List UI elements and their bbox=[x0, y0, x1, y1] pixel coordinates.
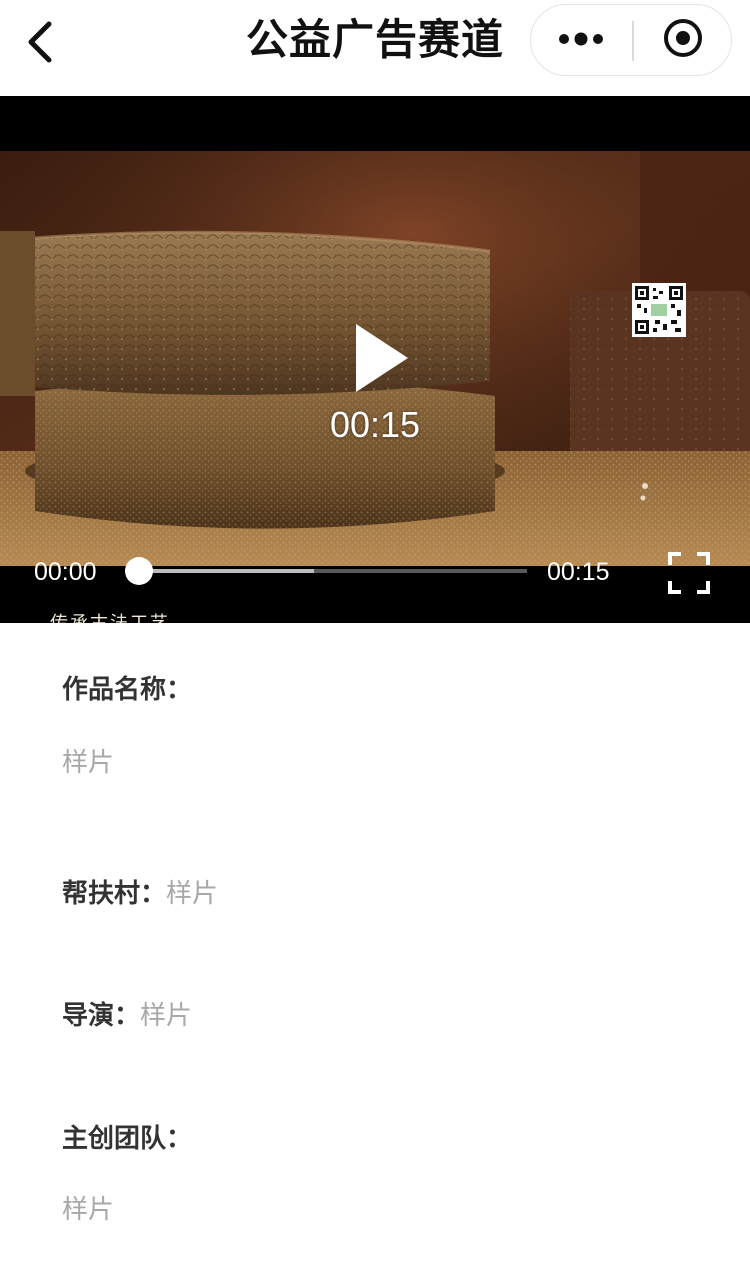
work-name-value: 样片 bbox=[62, 748, 115, 778]
total-time: 00:15 bbox=[547, 558, 610, 586]
work-name-row: 作品名称： bbox=[62, 669, 192, 706]
director-label: 导演： bbox=[62, 1001, 141, 1031]
village-label: 帮扶村： bbox=[62, 879, 167, 909]
top-navbar: 公益广告赛道 bbox=[0, 0, 750, 96]
team-value-row: 样片 bbox=[62, 1189, 114, 1226]
close-miniprogram-button[interactable] bbox=[634, 5, 731, 75]
video-duration-overlay: 00:15 bbox=[329, 404, 421, 445]
village-row: 帮扶村：样片 bbox=[62, 873, 218, 910]
current-time: 00:00 bbox=[34, 558, 97, 586]
more-button[interactable] bbox=[531, 5, 631, 75]
qr-code-icon bbox=[632, 283, 686, 337]
progress-thumb[interactable] bbox=[125, 557, 153, 585]
team-label: 主创团队： bbox=[62, 1124, 193, 1154]
video-controls: 00:00 00:15 bbox=[0, 545, 750, 599]
play-button[interactable] bbox=[340, 320, 420, 400]
director-value: 样片 bbox=[140, 1001, 193, 1031]
back-button[interactable] bbox=[14, 14, 66, 74]
team-value: 样片 bbox=[62, 1195, 115, 1225]
video-caption: 传承古法工艺 bbox=[50, 609, 170, 623]
play-icon bbox=[350, 322, 410, 398]
chevron-left-icon bbox=[23, 19, 57, 69]
video-player[interactable]: 传承古法工艺 00:15 00:00 00:15 bbox=[0, 96, 750, 623]
director-row: 导演：样片 bbox=[62, 995, 192, 1032]
fullscreen-icon bbox=[667, 551, 711, 599]
page-title: 公益广告赛道 bbox=[245, 15, 504, 64]
village-value: 样片 bbox=[166, 879, 219, 909]
fullscreen-button[interactable] bbox=[664, 550, 714, 600]
more-dots-icon bbox=[558, 31, 604, 50]
progress-slider[interactable] bbox=[125, 557, 527, 585]
target-circle-icon bbox=[662, 17, 704, 63]
miniprogram-capsule bbox=[530, 4, 732, 76]
work-name-value-row: 样片 bbox=[62, 742, 114, 779]
team-row: 主创团队： bbox=[62, 1118, 192, 1155]
progress-buffer bbox=[139, 569, 314, 573]
work-name-label: 作品名称： bbox=[62, 675, 193, 705]
